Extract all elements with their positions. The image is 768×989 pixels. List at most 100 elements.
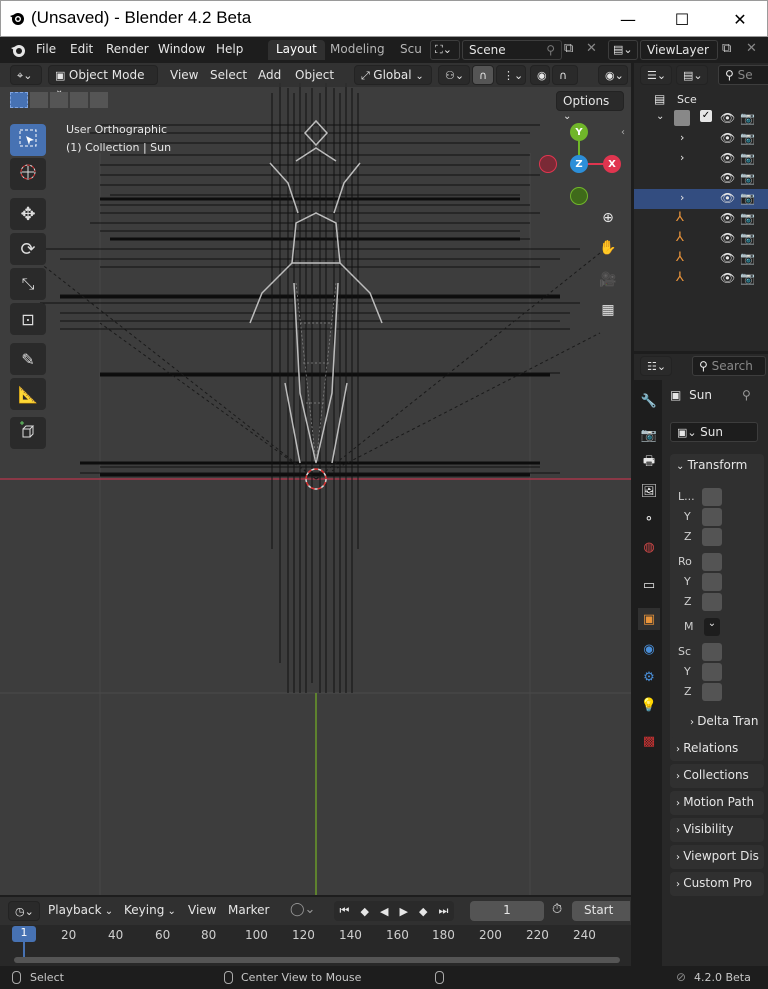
properties-search[interactable]: ⚲ Search <box>692 356 766 376</box>
outliner-object-row[interactable]: 👁 📷 <box>634 169 768 189</box>
render-camera-icon[interactable]: 📷 <box>740 111 755 125</box>
timeline-scrollbar[interactable] <box>14 957 620 963</box>
viewport-menu-select[interactable]: Select <box>210 68 247 82</box>
render-camera-icon[interactable]: 📷 <box>740 271 755 285</box>
relations-panel[interactable]: › Relations <box>670 737 764 761</box>
rotation-z-field[interactable] <box>702 593 722 611</box>
scene-selector[interactable]: ⛶⌄ <box>430 40 460 60</box>
motion-path-panel[interactable]: › Motion Path <box>670 791 764 815</box>
maximize-button[interactable]: ☐ <box>659 1 705 37</box>
viewport-display-panel[interactable]: › Viewport Dis <box>670 845 764 869</box>
collections-panel[interactable]: › Collections <box>670 764 764 788</box>
render-camera-icon[interactable]: 📷 <box>740 251 755 265</box>
outliner-armature-row[interactable]: ⅄ 👁 📷 <box>634 229 768 249</box>
light-data-tab-icon[interactable]: 💡 <box>638 694 660 716</box>
pin-icon[interactable]: ⚲ <box>742 388 751 402</box>
timeline-menu-playback[interactable]: Playback ⌄ <box>48 903 113 917</box>
expand-chevron-icon[interactable]: › <box>680 131 684 144</box>
annotate-tool[interactable]: ✎ <box>10 343 46 375</box>
outliner-collection-row[interactable]: ⌄ ✓ 👁 📷 <box>634 109 768 129</box>
cursor-tool[interactable] <box>10 158 46 190</box>
render-camera-icon[interactable]: 📷 <box>740 191 755 205</box>
sidebar-toggle-icon[interactable]: ‹ <box>621 127 625 138</box>
modifier-tab-icon[interactable]: ◉ <box>638 638 660 660</box>
camera-view-icon[interactable]: 🎥 <box>595 267 621 293</box>
editor-type-button[interactable]: ⌖⌄ <box>10 65 42 85</box>
play-reverse-icon[interactable]: ◀ <box>380 905 388 918</box>
select-invert-icon[interactable] <box>70 92 88 108</box>
outliner-object-row[interactable]: › 👁 📷 <box>634 149 768 169</box>
menu-file[interactable]: File <box>36 42 56 56</box>
tab-sculpt[interactable]: Scu <box>392 40 430 60</box>
viewport-menu-view[interactable]: View <box>170 68 198 82</box>
transform-header[interactable]: ⌄ Transform <box>676 458 747 472</box>
gizmo-neg-y[interactable] <box>570 187 588 205</box>
scene-name-field[interactable]: Scene ⚲ <box>462 40 562 60</box>
gizmo-x-axis[interactable]: X <box>603 155 621 173</box>
rotation-y-field[interactable] <box>702 573 722 591</box>
outliner-search[interactable]: ⚲ Se <box>718 65 768 85</box>
gizmo-neg-x[interactable] <box>539 155 557 173</box>
viewlayer-name-field[interactable]: ViewLayer <box>640 40 718 60</box>
gizmo-z-axis[interactable]: Z <box>570 155 588 173</box>
pivot-point-button[interactable]: ⚇⌄ <box>438 65 470 85</box>
autokey-toggle-icon[interactable]: ◯⌄ <box>290 902 315 917</box>
rotate-tool[interactable]: ⟳ <box>10 233 46 265</box>
tab-layout[interactable]: Layout <box>268 40 325 60</box>
timeline-menu-view[interactable]: View <box>188 903 216 917</box>
snap-toggle[interactable]: ∩ <box>472 65 494 85</box>
next-keyframe-icon[interactable]: ◆ <box>419 905 427 918</box>
collection-checkbox[interactable]: ✓ <box>700 110 712 122</box>
prev-keyframe-icon[interactable]: ◆ <box>360 905 368 918</box>
gizmo-y-axis[interactable]: Y <box>570 123 588 141</box>
expand-chevron-icon[interactable]: › <box>680 191 684 204</box>
view-layer-tab-icon[interactable]: 🖼 <box>638 480 660 502</box>
custom-properties-panel[interactable]: › Custom Pro <box>670 872 764 896</box>
play-icon[interactable]: ▶ <box>400 905 408 918</box>
close-window-button[interactable]: ✕ <box>717 1 763 37</box>
render-camera-icon[interactable]: 📷 <box>740 231 755 245</box>
delete-viewlayer-icon[interactable]: ✕ <box>746 41 757 56</box>
output-tab-icon[interactable]: 🖶 <box>638 452 660 474</box>
scale-x-field[interactable] <box>702 643 722 661</box>
viewlayer-selector[interactable]: ▤⌄ <box>608 40 638 60</box>
scale-y-field[interactable] <box>702 663 722 681</box>
minimize-button[interactable]: — <box>605 1 651 37</box>
menu-window[interactable]: Window <box>158 42 205 56</box>
select-intersect-icon[interactable] <box>90 92 108 108</box>
zoom-icon[interactable]: ⊕ <box>595 205 621 231</box>
outliner-armature-row[interactable]: ⅄ 👁 📷 <box>634 249 768 269</box>
outliner-display-mode[interactable]: ▤⌄ <box>676 65 708 85</box>
current-frame-marker[interactable]: 1 <box>12 926 36 942</box>
visibility-eye-icon[interactable]: 👁 <box>720 191 735 205</box>
timeline-menu-marker[interactable]: Marker <box>228 903 269 917</box>
properties-editor-type[interactable]: ☷⌄ <box>640 356 672 376</box>
menu-edit[interactable]: Edit <box>70 42 93 56</box>
tab-modeling[interactable]: Modeling <box>322 40 393 60</box>
tool-tab-icon[interactable]: 🔧 <box>638 390 660 412</box>
select-extend-icon[interactable] <box>30 92 48 108</box>
outliner-editor-type[interactable]: ☰⌄ <box>640 65 672 85</box>
expand-chevron-icon[interactable]: › <box>680 151 684 164</box>
new-scene-icon[interactable]: ⧉ <box>564 41 573 56</box>
visibility-dropdown[interactable]: ◉⌄ <box>598 65 628 85</box>
select-subtract-icon[interactable] <box>50 92 68 108</box>
new-viewlayer-icon[interactable]: ⧉ <box>722 41 731 56</box>
pin-icon[interactable]: ⚲ <box>546 43 555 57</box>
ortho-grid-icon[interactable]: ▦ <box>595 297 621 323</box>
location-y-field[interactable] <box>702 508 722 526</box>
3d-viewport[interactable]: ⌖⌄ ▣ Object Mode ⌄ View Select Add Objec… <box>0 63 631 895</box>
transform-orientation-dropdown[interactable]: ⤢ Global ⌄ <box>354 65 432 85</box>
visibility-eye-icon[interactable]: 👁 <box>720 251 735 265</box>
snap-target-button[interactable]: ⋮⌄ <box>496 65 526 85</box>
timeline-menu-keying[interactable]: Keying ⌄ <box>124 903 176 917</box>
collection-tab-icon[interactable]: ▭ <box>638 574 660 596</box>
visibility-eye-icon[interactable]: 👁 <box>720 271 735 285</box>
location-x-field[interactable] <box>702 488 722 506</box>
scale-tool[interactable]: ⤡ <box>10 268 46 300</box>
object-mode-dropdown[interactable]: ▣ Object Mode ⌄ <box>48 65 158 96</box>
viewport-menu-add[interactable]: Add <box>258 68 281 82</box>
select-new-icon[interactable] <box>10 92 28 108</box>
render-camera-icon[interactable]: 📷 <box>740 131 755 145</box>
navigation-gizmo[interactable]: Y X Z <box>536 123 626 213</box>
